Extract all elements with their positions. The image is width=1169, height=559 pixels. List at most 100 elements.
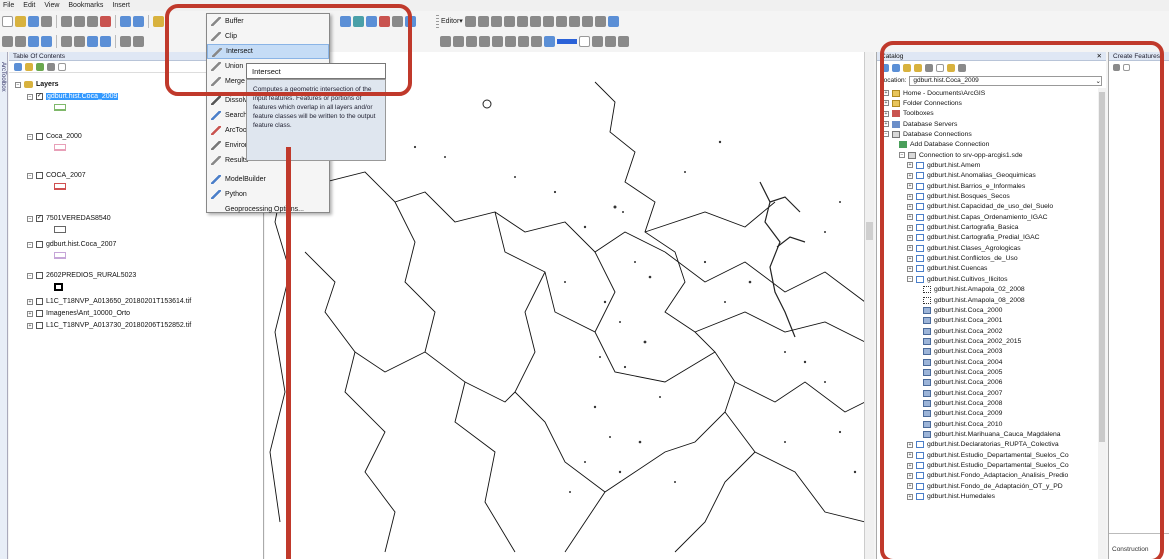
menu-view[interactable]: View	[44, 2, 59, 9]
edit-vertices-icon[interactable]	[516, 15, 528, 27]
font-icon[interactable]	[605, 35, 616, 47]
zoom-in-icon[interactable]	[2, 35, 13, 47]
zoom-whole-page-icon[interactable]	[479, 35, 490, 47]
toc-layer-item[interactable]: + Imagenes\Ant_10000_Orto	[27, 308, 130, 319]
arctoolbox-side-tab[interactable]: ArcToolbox	[0, 52, 8, 559]
save-icon[interactable]	[28, 15, 39, 27]
toc-layer-item[interactable]: − gdburt.hist.Coca_2007	[27, 239, 116, 250]
trace-icon[interactable]	[503, 15, 515, 27]
cut-polygons-icon[interactable]	[542, 15, 554, 27]
layer-label[interactable]: gdburt.hist.Coca_2009	[46, 93, 119, 100]
undo-icon[interactable]	[120, 15, 131, 27]
toc-layer-item[interactable]: − Coca_2000	[27, 131, 82, 142]
layout-back-icon[interactable]	[505, 35, 516, 47]
map-scrollbar[interactable]	[864, 52, 874, 559]
copy-icon[interactable]	[74, 15, 85, 27]
sketch-properties-icon[interactable]	[594, 15, 606, 27]
cut-icon[interactable]	[61, 15, 72, 27]
list-by-source-icon[interactable]	[25, 62, 33, 71]
layout-zoom-out-icon[interactable]	[453, 35, 464, 47]
fixed-zoom-out-icon[interactable]	[74, 35, 85, 47]
layer-label[interactable]: 7501VEREDAS8540	[46, 215, 111, 222]
delete-icon[interactable]	[100, 15, 111, 27]
collapse-icon[interactable]: −	[27, 241, 33, 248]
toc-layer-item[interactable]: − 2602PREDIOS_RURAL5023	[27, 270, 136, 281]
full-extent-icon[interactable]	[41, 35, 52, 47]
menu-item-modelbuilder[interactable]: ModelBuilder	[207, 172, 329, 187]
select-elements-icon[interactable]	[133, 35, 144, 47]
menu-file[interactable]: File	[3, 2, 14, 9]
menu-insert[interactable]: Insert	[112, 2, 130, 9]
layer-symbol[interactable]	[54, 104, 66, 111]
layer-label[interactable]: L1C_T18NVP_A013730_20180206T152852.tif	[46, 322, 191, 329]
toc-layer-item[interactable]: + L1C_T18NVP_A013730_20180206T152852.tif	[27, 320, 191, 331]
layer-label[interactable]: COCA_2007	[46, 172, 86, 179]
layer-label[interactable]: L1C_T18NVP_A013650_20180201T153614.tif	[46, 298, 191, 305]
layer-visibility-checkbox[interactable]	[36, 298, 43, 305]
split-icon[interactable]	[555, 15, 567, 27]
layer-label[interactable]: gdburt.hist.Coca_2007	[46, 241, 116, 248]
layer-visibility-checkbox[interactable]	[36, 322, 43, 329]
layer-visibility-checkbox[interactable]	[36, 172, 43, 179]
expand-icon[interactable]: +	[27, 298, 33, 305]
layer-symbol[interactable]	[54, 283, 63, 291]
select-features-icon[interactable]	[120, 35, 131, 47]
collapse-icon[interactable]: −	[15, 81, 21, 88]
layer-visibility-checkbox[interactable]: ✓	[36, 215, 43, 222]
layer-symbol[interactable]	[54, 252, 66, 259]
layer-visibility-checkbox[interactable]	[36, 241, 43, 248]
menu-bookmarks[interactable]: Bookmarks	[68, 2, 103, 9]
add-data-icon[interactable]	[153, 15, 164, 27]
toc-layer-item[interactable]: + L1C_T18NVP_A013650_20180201T153614.tif	[27, 296, 191, 307]
reshape-icon[interactable]	[529, 15, 541, 27]
toc-layer-item[interactable]: − ✓ gdburt.hist.Coca_2009	[27, 91, 119, 102]
layer-visibility-checkbox[interactable]	[36, 272, 43, 279]
layer-visibility-checkbox[interactable]	[36, 310, 43, 317]
back-extent-icon[interactable]	[87, 35, 98, 47]
rotate-icon[interactable]	[568, 15, 580, 27]
straight-segment-icon[interactable]	[490, 15, 502, 27]
zoom-100-icon[interactable]	[492, 35, 503, 47]
collapse-icon[interactable]: −	[27, 172, 33, 179]
list-by-visibility-icon[interactable]	[36, 62, 44, 71]
layout-zoom-icon[interactable]	[440, 35, 451, 47]
paste-icon[interactable]	[87, 15, 98, 27]
layer-visibility-checkbox[interactable]	[36, 133, 43, 140]
collapse-icon[interactable]: −	[27, 215, 33, 222]
layer-symbol[interactable]	[54, 226, 66, 233]
menu-item-python[interactable]: Python	[207, 187, 329, 202]
layout-forward-icon[interactable]	[518, 35, 529, 47]
draw-color-icon[interactable]	[544, 35, 555, 47]
expand-icon[interactable]: +	[27, 310, 33, 317]
edit-annotation-icon[interactable]	[477, 15, 489, 27]
layout-pan-icon[interactable]	[466, 35, 477, 47]
color-swatch[interactable]	[557, 38, 577, 44]
collapse-icon[interactable]: −	[27, 272, 33, 279]
text-tool-icon[interactable]	[592, 35, 603, 47]
options-icon[interactable]	[58, 62, 66, 71]
layer-label[interactable]: Imagenes\Ant_10000_Orto	[46, 310, 130, 317]
menu-edit[interactable]: Edit	[23, 2, 35, 9]
pan-icon[interactable]	[28, 35, 39, 47]
toc-layer-item[interactable]: − ✓ 7501VEREDAS8540	[27, 213, 111, 224]
toc-layer-item[interactable]: − COCA_2007	[27, 170, 86, 181]
open-icon[interactable]	[15, 15, 26, 27]
zoom-out-icon[interactable]	[15, 35, 26, 47]
layer-label[interactable]: Coca_2000	[46, 133, 82, 140]
editor-menu[interactable]: Editor▾	[441, 17, 463, 25]
print-icon[interactable]	[41, 15, 52, 27]
list-by-drawing-order-icon[interactable]	[14, 62, 22, 71]
graphics-icon[interactable]	[618, 35, 629, 47]
layer-visibility-checkbox[interactable]: ✓	[36, 93, 43, 100]
redo-icon[interactable]	[133, 15, 144, 27]
collapse-icon[interactable]: −	[27, 93, 33, 100]
dropdown-icon[interactable]	[579, 35, 590, 47]
fixed-zoom-in-icon[interactable]	[61, 35, 72, 47]
forward-extent-icon[interactable]	[100, 35, 111, 47]
create-features-icon[interactable]	[607, 15, 619, 27]
menu-item-geoprocessing-options[interactable]: Geoprocessing Options...	[207, 202, 329, 217]
expand-icon[interactable]: +	[27, 322, 33, 329]
new-document-icon[interactable]	[2, 15, 13, 27]
grid-icon[interactable]	[531, 35, 542, 47]
list-by-selection-icon[interactable]	[47, 62, 55, 71]
